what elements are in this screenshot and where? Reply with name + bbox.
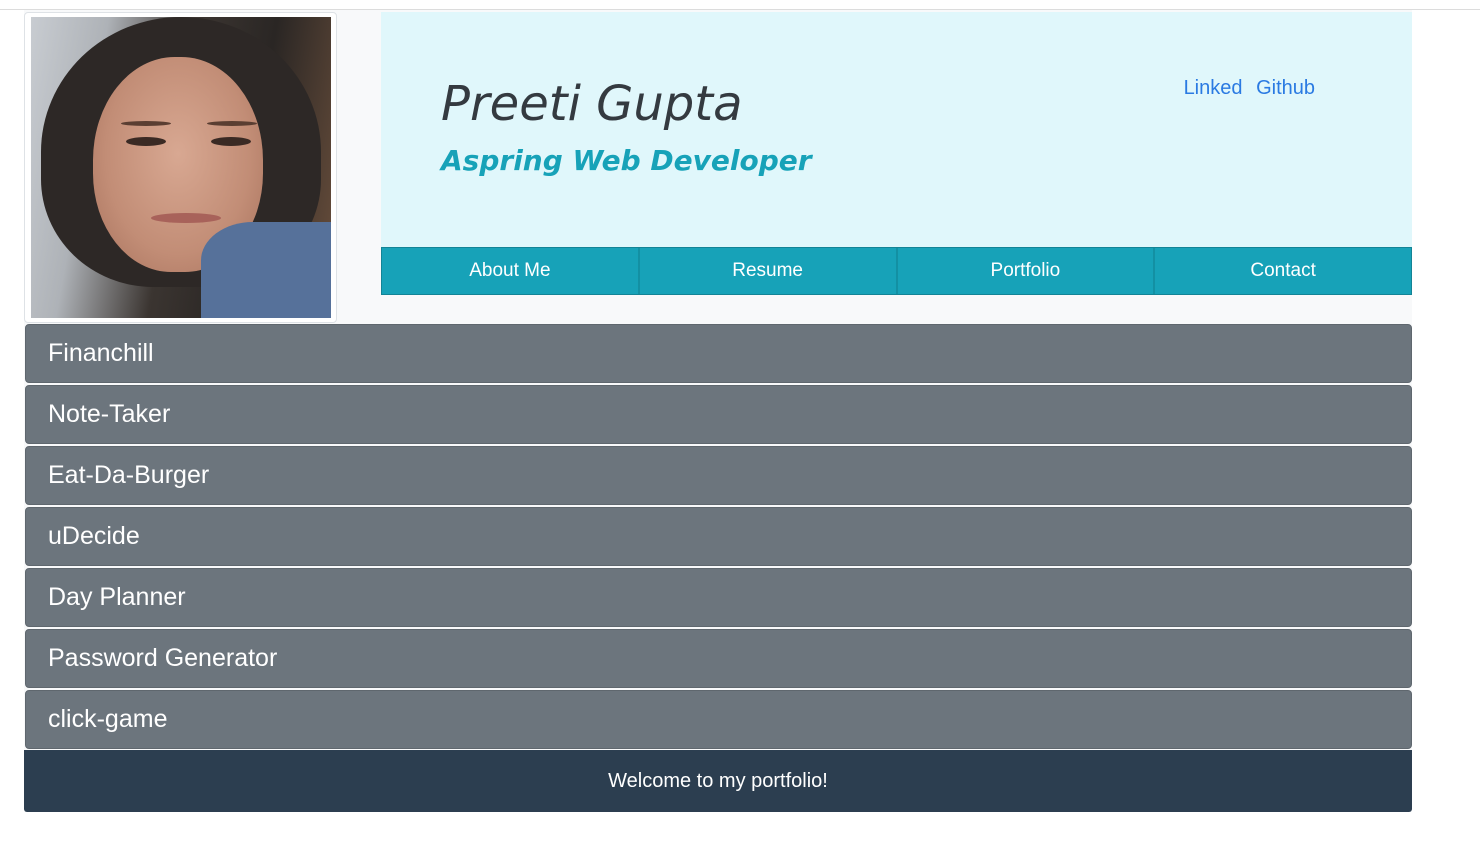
main-nav: About Me Resume Portfolio Contact bbox=[381, 247, 1412, 295]
linkedin-link[interactable]: Linked bbox=[1184, 77, 1243, 99]
photo-right-eye bbox=[211, 137, 251, 146]
project-list: Financhill Note-Taker Eat-Da-Burger uDec… bbox=[25, 324, 1412, 751]
project-item-eat-da-burger[interactable]: Eat-Da-Burger bbox=[25, 446, 1412, 505]
nav-contact[interactable]: Contact bbox=[1155, 248, 1411, 294]
project-item-note-taker[interactable]: Note-Taker bbox=[25, 385, 1412, 444]
photo-shirt bbox=[201, 222, 331, 318]
nav-about-me[interactable]: About Me bbox=[382, 248, 640, 294]
profile-name: Preeti Gupta bbox=[441, 76, 743, 132]
page-container: Preeti Gupta Aspring Web Developer Linke… bbox=[24, 10, 1412, 812]
profile-photo-frame bbox=[24, 12, 337, 323]
photo-mouth bbox=[151, 213, 221, 223]
photo-left-brow bbox=[121, 121, 171, 126]
profile-tagline: Aspring Web Developer bbox=[441, 144, 812, 177]
project-item-financhill[interactable]: Financhill bbox=[25, 324, 1412, 383]
nav-resume[interactable]: Resume bbox=[640, 248, 898, 294]
photo-left-eye bbox=[126, 137, 166, 146]
footer-text: Welcome to my portfolio! bbox=[608, 769, 828, 792]
github-link[interactable]: Github bbox=[1256, 77, 1315, 99]
photo-right-brow bbox=[207, 121, 257, 126]
project-item-click-game[interactable]: click-game bbox=[25, 690, 1412, 749]
project-item-day-planner[interactable]: Day Planner bbox=[25, 568, 1412, 627]
header-jumbotron: Preeti Gupta Aspring Web Developer Linke… bbox=[381, 12, 1412, 247]
social-links: Linked Github bbox=[1176, 77, 1315, 100]
project-item-password-generator[interactable]: Password Generator bbox=[25, 629, 1412, 688]
profile-photo bbox=[31, 17, 331, 318]
project-item-udecide[interactable]: uDecide bbox=[25, 507, 1412, 566]
footer: Welcome to my portfolio! bbox=[24, 750, 1412, 812]
nav-portfolio[interactable]: Portfolio bbox=[898, 248, 1156, 294]
